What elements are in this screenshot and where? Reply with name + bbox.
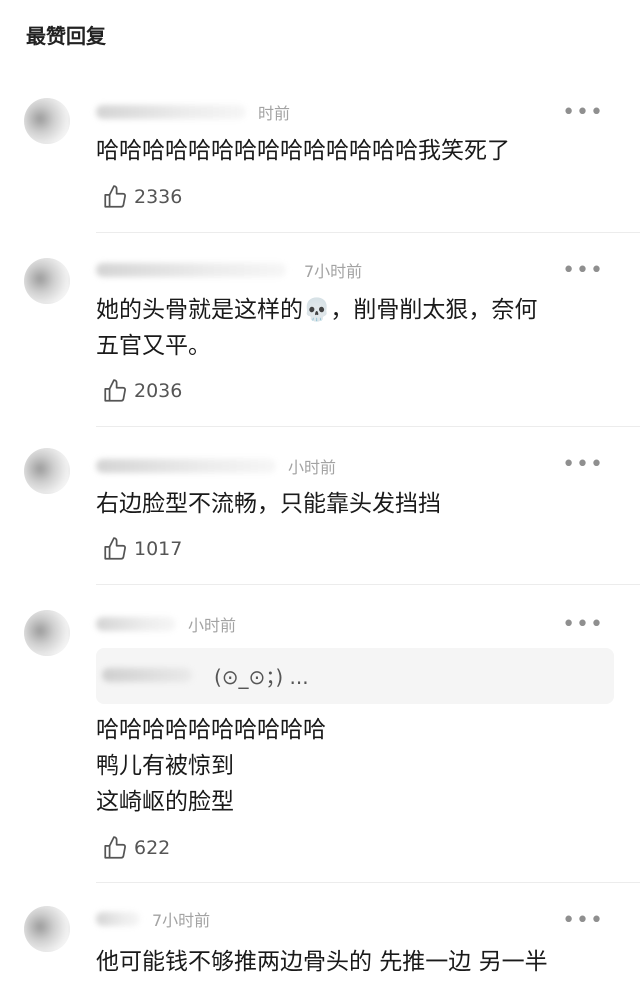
- more-icon[interactable]: •••: [562, 260, 604, 282]
- comment-meta: 7小时前: [96, 907, 210, 931]
- like-count: 2036: [134, 380, 183, 402]
- quoted-reply[interactable]: (⊙_⊙；) ...: [96, 648, 614, 704]
- section-title: 最赞回复: [26, 24, 106, 48]
- comment-text: 他可能钱不够推两边骨头的 先推一边 另一半: [96, 949, 548, 975]
- comment-meta: 小时前: [96, 612, 236, 636]
- comment-text: 哈哈哈哈哈哈哈哈哈哈 鸭儿有被惊到 这崎岖的脸型: [96, 717, 326, 815]
- comment-time: 7小时前: [152, 911, 211, 930]
- comment-time: 小时前: [188, 616, 237, 635]
- like-count: 2336: [134, 186, 183, 208]
- avatar[interactable]: [24, 448, 70, 494]
- avatar[interactable]: [24, 258, 70, 304]
- divider: [96, 882, 640, 883]
- thumb-up-icon: [104, 185, 126, 208]
- like-button[interactable]: 1017: [102, 536, 182, 562]
- more-icon[interactable]: •••: [562, 910, 604, 932]
- quoted-username-blurred: [102, 668, 192, 682]
- avatar[interactable]: [24, 610, 70, 656]
- comment-time: 时前: [258, 104, 291, 123]
- username-blurred[interactable]: [96, 263, 286, 277]
- comment-time: 小时前: [288, 458, 337, 477]
- like-button[interactable]: 622: [102, 835, 170, 861]
- comment-text: 她的头骨就是这样的💀，削骨削太狠，奈何 五官又平。: [96, 292, 616, 364]
- comment-meta: 小时前: [96, 454, 336, 478]
- more-icon[interactable]: •••: [562, 454, 604, 476]
- thumb-up-icon: [104, 537, 126, 560]
- username-blurred[interactable]: [96, 105, 246, 119]
- skull-emoji: 💀: [303, 298, 331, 323]
- comment-time: 7小时前: [304, 262, 363, 281]
- like-button[interactable]: 2036: [102, 378, 182, 404]
- like-count: 1017: [134, 538, 183, 560]
- username-blurred[interactable]: [96, 912, 140, 926]
- username-blurred[interactable]: [96, 617, 176, 631]
- divider: [96, 426, 640, 427]
- avatar[interactable]: [24, 98, 70, 144]
- username-blurred[interactable]: [96, 459, 276, 473]
- more-icon[interactable]: •••: [562, 614, 604, 636]
- divider: [96, 584, 640, 585]
- comment-meta: 7小时前: [96, 258, 362, 282]
- comment-meta: 时前: [96, 100, 290, 124]
- comment-text-part: 她的头骨就是这样的: [96, 297, 303, 323]
- thumb-up-icon: [104, 379, 126, 402]
- more-icon[interactable]: •••: [562, 102, 604, 124]
- comment-text: 右边脸型不流畅，只能靠头发挡挡: [96, 491, 441, 517]
- thumb-up-icon: [104, 836, 126, 859]
- comment-text: 哈哈哈哈哈哈哈哈哈哈哈哈哈哈我笑死了: [96, 138, 510, 164]
- quoted-text: (⊙_⊙；) ...: [214, 665, 309, 689]
- like-button[interactable]: 2336: [102, 184, 182, 210]
- like-count: 622: [134, 837, 171, 859]
- divider: [96, 232, 640, 233]
- avatar[interactable]: [24, 906, 70, 952]
